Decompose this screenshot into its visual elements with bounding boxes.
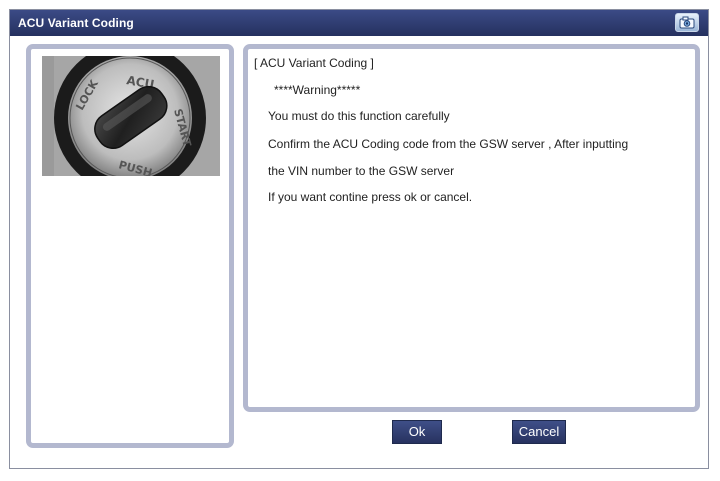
side-panel: ACU LOCK START PUSH xyxy=(26,44,234,448)
ok-button[interactable]: Ok xyxy=(392,420,442,444)
window-content: ACU LOCK START PUSH [ ACU Variant Coding… xyxy=(10,36,708,468)
message-line: You must do this function carefully xyxy=(268,109,450,123)
camera-icon xyxy=(679,16,695,29)
message-panel: [ ACU Variant Coding ] ****Warning***** … xyxy=(243,44,700,412)
acu-dial-image: ACU LOCK START PUSH xyxy=(42,56,220,176)
window-title: ACU Variant Coding xyxy=(18,16,134,30)
message-header: [ ACU Variant Coding ] xyxy=(254,56,374,70)
acu-variant-coding-window: ACU Variant Coding ACU LOCK START PUSH [… xyxy=(9,9,709,469)
message-warning: ****Warning***** xyxy=(274,83,361,97)
message-line: Confirm the ACU Coding code from the GSW… xyxy=(268,137,629,151)
camera-button[interactable] xyxy=(675,13,699,32)
window-titlebar: ACU Variant Coding xyxy=(10,10,708,36)
cancel-button[interactable]: Cancel xyxy=(512,420,566,444)
message-line: If you want contine press ok or cancel. xyxy=(268,190,473,204)
message-line: the VIN number to the GSW server xyxy=(268,164,455,178)
